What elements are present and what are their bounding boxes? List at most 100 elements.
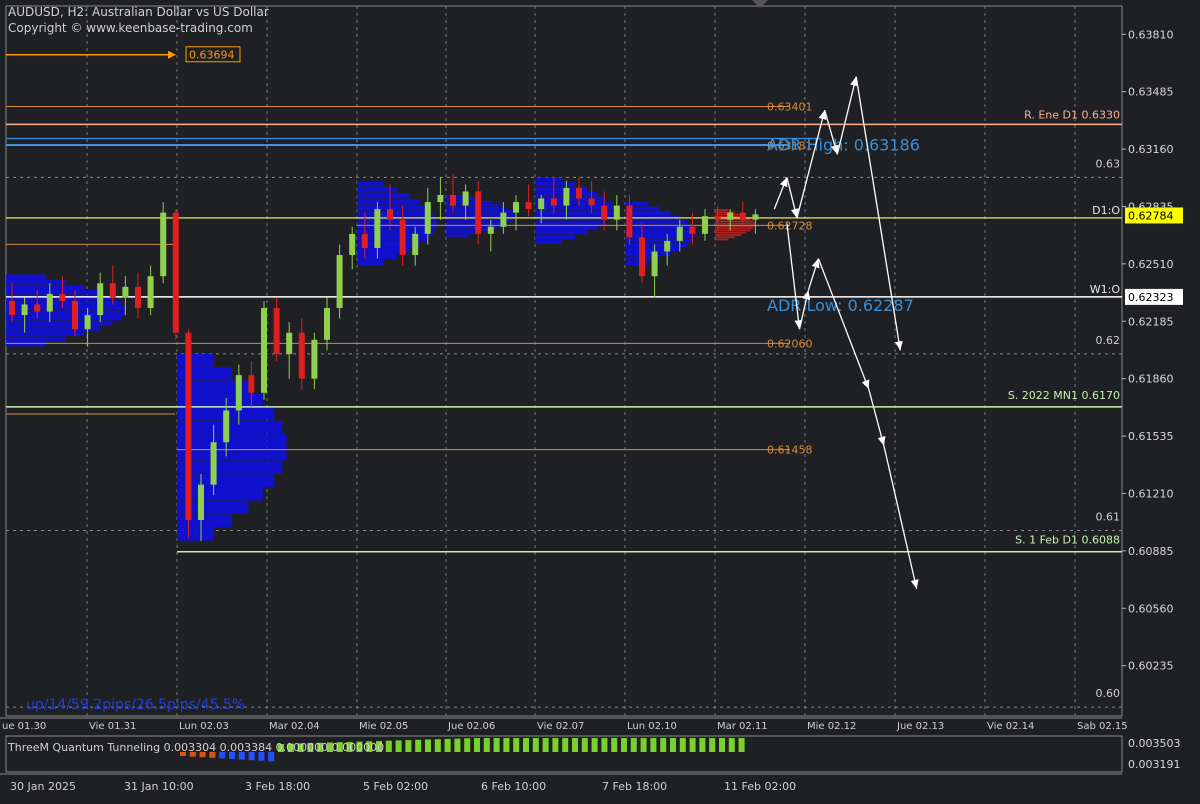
candle-body <box>46 293 53 312</box>
time-tick-label: Sab 02.15 <box>1077 721 1128 732</box>
time-tick-label: Mie 02.12 <box>807 721 856 732</box>
time-tick-label: Vie 01.31 <box>89 721 136 732</box>
candle-body <box>651 251 658 277</box>
adr-high-label: ADR High: 0.63186 <box>767 135 920 154</box>
candle-body <box>702 216 708 234</box>
indicator-bar <box>699 738 706 752</box>
candle-body <box>462 191 469 206</box>
candle-body <box>336 255 343 309</box>
indicator-bar <box>542 738 549 752</box>
volume-profile-bar <box>357 211 434 217</box>
indicator-bar <box>572 738 578 752</box>
volume-profile-bar <box>535 182 575 187</box>
support-label: S. 1 Feb D1 0.6088 <box>1015 534 1120 547</box>
volume-profile-bar <box>357 229 434 235</box>
candle-body <box>160 212 167 277</box>
volume-profile-bar <box>177 353 214 367</box>
indicator-bar <box>679 738 686 752</box>
level-label: 0.61458 <box>767 444 813 457</box>
volume-profile-bar <box>535 234 575 240</box>
support-label: S. 2022 MN1 0.6170 <box>1008 389 1120 402</box>
indicator-bar <box>444 738 451 752</box>
candle-body <box>185 332 192 520</box>
volume-profile-bar <box>6 321 113 326</box>
indicator-bar <box>454 738 461 752</box>
volume-profile-bar <box>625 229 695 234</box>
indicator-bar <box>483 738 490 752</box>
volume-profile-bar <box>715 236 735 239</box>
candle-body <box>613 205 620 220</box>
candle-body <box>475 191 482 234</box>
indicator-bar <box>434 739 441 752</box>
price-tick-label: 0.61860 <box>1128 373 1174 386</box>
w1-price-label: 0.62323 <box>1128 291 1174 304</box>
volume-profile-bar <box>357 259 384 266</box>
candle-body <box>135 286 141 309</box>
price-tick-label: 0.61210 <box>1128 487 1174 500</box>
volume-profile-bar <box>446 234 470 237</box>
volume-profile-bar <box>177 474 275 488</box>
volume-profile-bar <box>177 527 214 541</box>
indicator-bar <box>552 738 559 752</box>
time-tick-label: Vie 02.07 <box>537 721 584 732</box>
price-tick-label: 0.63160 <box>1128 143 1174 156</box>
candle-body <box>588 198 595 206</box>
volume-profile-bar <box>6 336 66 342</box>
candle-body <box>412 233 419 256</box>
candle-body <box>273 308 280 354</box>
indicator-bar <box>395 740 402 752</box>
candle-body <box>59 293 66 301</box>
time-tick-label: Mar 02.11 <box>717 721 768 732</box>
candle-body <box>349 233 356 256</box>
candle-body <box>109 283 116 298</box>
volume-profile-bar <box>177 420 283 434</box>
candle-body <box>223 410 230 443</box>
volume-profile-bar <box>177 514 232 528</box>
volume-profile-bar <box>6 341 47 347</box>
candle-body <box>639 237 645 277</box>
volume-profile-bar <box>6 331 84 337</box>
candle-body <box>84 315 91 330</box>
indicator-bar <box>709 738 716 752</box>
open-label: D1:O <box>1092 204 1120 217</box>
candle-body <box>626 205 633 238</box>
indicator-bar <box>415 739 422 752</box>
volume-profile-bar <box>625 247 680 252</box>
volume-profile-bar <box>715 231 747 234</box>
volume-profile-bar <box>6 274 47 280</box>
time-tick-label: Mie 02.05 <box>359 721 408 732</box>
bottom-date-label: 3 Feb 18:00 <box>245 780 310 793</box>
volume-profile-bar <box>357 192 409 199</box>
volume-profile-bar <box>715 229 751 232</box>
price-tick-label: 0.60885 <box>1128 545 1174 558</box>
volume-profile-bar <box>357 199 420 205</box>
volume-profile-bar <box>6 315 121 321</box>
candle-body <box>538 198 545 210</box>
volume-profile-bar <box>715 220 754 223</box>
indicator-bar <box>562 738 569 752</box>
candle-body <box>437 194 444 203</box>
candle-body <box>689 226 696 234</box>
indicator-bar <box>670 738 676 752</box>
candle-body <box>601 205 608 220</box>
volume-profile-bar <box>177 434 287 448</box>
candle-body <box>450 194 456 206</box>
volume-profile-bar <box>6 279 66 285</box>
indicator-bar <box>660 738 667 752</box>
price-tick-label: 0.60560 <box>1128 602 1174 615</box>
candle-body <box>487 226 494 234</box>
volume-profile-bar <box>6 300 121 305</box>
candle-body <box>399 219 406 256</box>
volume-profile-bar <box>535 239 562 244</box>
indicator-label: ThreeM Quantum Tunneling 0.003304 0.0033… <box>7 741 384 754</box>
indicator-bar <box>523 738 529 752</box>
candle-body <box>676 226 683 241</box>
volume-profile-bar <box>625 202 649 207</box>
price-tick-label: 0.63485 <box>1128 86 1174 99</box>
volume-profile-bar <box>6 284 84 290</box>
candle-body <box>525 202 532 210</box>
indicator-bar <box>532 738 539 752</box>
candle-body <box>714 216 721 220</box>
round-level-label: 0.63 <box>1096 157 1121 170</box>
indicator-bar <box>611 738 618 752</box>
